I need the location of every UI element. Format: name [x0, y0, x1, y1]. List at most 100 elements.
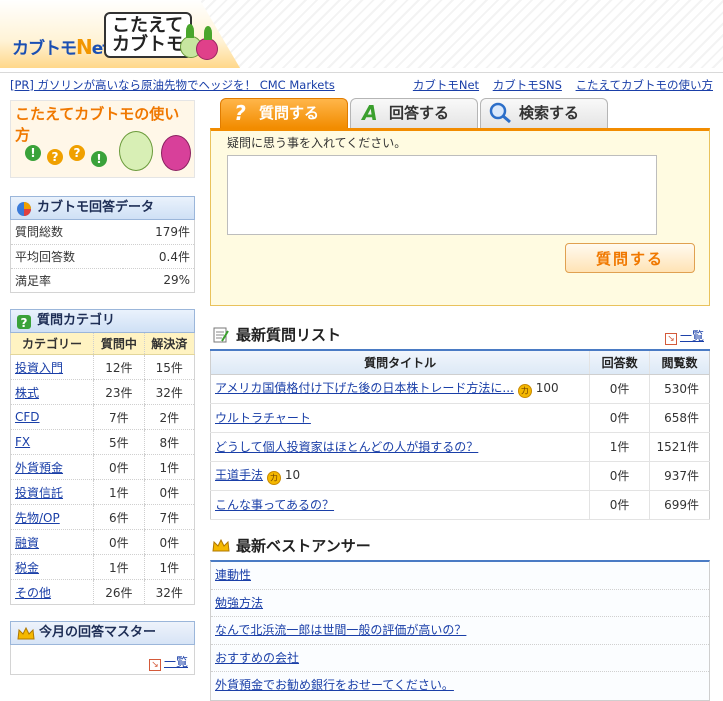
- question-link[interactable]: ウルトラチャート: [215, 411, 311, 425]
- coin-icon: カ: [517, 384, 532, 398]
- submit-question-button[interactable]: 質問する: [565, 243, 695, 273]
- best-answer-link[interactable]: おすすめの会社: [215, 651, 299, 665]
- category-link[interactable]: その他: [15, 586, 51, 600]
- category-open-count: 1件: [93, 479, 145, 505]
- category-link[interactable]: 投資信託: [15, 486, 63, 500]
- action-tabs: ? 質問する A 回答する 検索する: [220, 98, 710, 128]
- stats-value: 179件: [123, 220, 195, 245]
- category-link[interactable]: 先物/OP: [15, 511, 60, 525]
- category-solved-count: 15件: [143, 354, 195, 380]
- leaf-icon: [186, 24, 194, 38]
- question-category-icon: ?: [17, 314, 31, 330]
- stats-label: 満足率: [10, 268, 124, 293]
- category-row: 融資 0件 0件: [10, 529, 195, 555]
- header-stripe: [160, 0, 723, 68]
- how-to-use-banner[interactable]: こたえてカブトモの使い方 ! ? ? !: [10, 100, 195, 178]
- kotaete-kabutomo-logo[interactable]: こたえて カブトモ: [104, 12, 192, 58]
- question-link[interactable]: 王道手法: [215, 468, 263, 482]
- category-open-count: 0件: [93, 454, 145, 480]
- top-links-bar: [PR] ガソリンが高いなら原油先物でヘッジを！ CMC Markets カブト…: [0, 72, 723, 94]
- category-solved-count: 8件: [143, 429, 195, 455]
- category-solved-count: 7件: [143, 504, 195, 530]
- category-link[interactable]: FX: [15, 435, 30, 449]
- question-link[interactable]: アメリカ国債格付け下げた後の日本株トレード方法に...: [215, 381, 514, 395]
- best-answer-link[interactable]: なんで北浜流一郎は世間一般の評価が高いの？: [215, 623, 466, 637]
- category-link[interactable]: 投資入門: [15, 361, 63, 375]
- question-row: どうして個人投資家はほとんどの人が損するの？ 1件 1521件: [210, 432, 710, 462]
- left-sidebar: こたえてカブトモの使い方 ! ? ? ! カブトモ回答データ 質問総数 179件 …: [10, 100, 195, 675]
- kabutomo-net-logo[interactable]: カブトモNet: [12, 34, 110, 59]
- category-row: FX 5件 8件: [10, 429, 195, 455]
- category-open-count: 12件: [93, 354, 145, 380]
- category-solved-count: 2件: [143, 404, 195, 430]
- latest-more-link[interactable]: ↘ 一覧: [664, 325, 704, 347]
- category-open-count: 0件: [93, 529, 145, 555]
- crown-icon: [17, 626, 35, 640]
- latest-heading-label: 最新質問リスト: [236, 326, 342, 344]
- pr-ad-link[interactable]: [PR] ガソリンが高いなら原油先物でヘッジを！ CMC Markets: [10, 77, 335, 93]
- stats-heading-label: カブトモ回答データ: [37, 200, 155, 215]
- category-link[interactable]: CFD: [15, 410, 40, 424]
- stats-row: 質問総数 179件: [10, 220, 195, 245]
- category-open-count: 23件: [93, 379, 145, 405]
- question-row: 王道手法カ 10 0件 937件: [210, 461, 710, 491]
- column-header: 質問タイトル: [210, 349, 590, 375]
- category-open-count: 1件: [93, 554, 145, 580]
- radish-character-icon: [161, 135, 191, 171]
- leaf-icon: [204, 26, 212, 40]
- answer-count: 0件: [589, 374, 650, 404]
- master-more-link[interactable]: ↘ 一覧: [148, 653, 188, 671]
- questions-header-row: 質問タイトル 回答数 閲覧数: [210, 349, 710, 375]
- memo-icon: [213, 327, 229, 343]
- turnip-character-icon: [119, 131, 153, 171]
- magnifier-icon: [489, 102, 511, 124]
- answer-count: 0件: [589, 461, 650, 491]
- category-solved-count: 0件: [143, 479, 195, 505]
- best-answer-link[interactable]: 勉強方法: [215, 596, 263, 610]
- nav-link-how-to-use[interactable]: こたえてカブトモの使い方: [576, 78, 713, 92]
- category-table: カテゴリー 質問中 解決済 投資入門 12件 15件 株式 23件 32件 CFD 7件 2…: [10, 332, 195, 605]
- category-solved-count: 0件: [143, 529, 195, 555]
- list-item: なんで北浜流一郎は世間一般の評価が高いの？: [211, 617, 709, 645]
- tab-answer[interactable]: A 回答する: [350, 98, 478, 128]
- answer-count: 0件: [589, 490, 650, 520]
- best-answer-link[interactable]: 連動性: [215, 568, 251, 582]
- category-row: 投資入門 12件 15件: [10, 354, 195, 380]
- tab-ask-label: 質問する: [259, 104, 320, 122]
- nav-link-kabutomo-sns[interactable]: カブトモSNS: [493, 78, 562, 92]
- column-header: 回答数: [589, 349, 650, 375]
- master-more-label: 一覧: [163, 655, 188, 669]
- nav-link-kabutomo-net[interactable]: カブトモNet: [413, 78, 479, 92]
- column-header: 質問中: [93, 332, 145, 355]
- logo-sub-line2: カブトモ: [112, 34, 184, 55]
- site-header: カブトモNet こたえて カブトモ: [0, 0, 723, 70]
- best-heading-label: 最新ベストアンサー: [236, 537, 371, 555]
- best-answer-link[interactable]: 外貨預金でお勧め銀行をおせーてください。: [215, 678, 454, 692]
- best-answers-list: 連動性 勉強方法 なんで北浜流一郎は世間一般の評価が高いの？ おすすめの会社 外…: [210, 560, 710, 701]
- latest-questions-heading: 最新質問リスト ↘ 一覧: [210, 324, 710, 346]
- question-link[interactable]: こんな事ってあるの？: [215, 498, 334, 512]
- logo-main-prefix: カブトモ: [12, 39, 77, 59]
- tab-answer-label: 回答する: [389, 104, 450, 122]
- answer-count: 0件: [589, 403, 650, 433]
- stats-value: 0.4件: [123, 244, 195, 269]
- category-open-count: 26件: [93, 579, 145, 605]
- category-link[interactable]: 融資: [15, 536, 39, 550]
- tab-ask[interactable]: ? 質問する: [220, 98, 348, 128]
- tab-search[interactable]: 検索する: [480, 98, 608, 128]
- question-bubble-icon: ?: [69, 145, 85, 161]
- category-link[interactable]: 株式: [15, 386, 39, 400]
- category-link[interactable]: 税金: [15, 561, 39, 575]
- view-count: 530件: [649, 374, 710, 404]
- arrow-icon: ↘: [148, 659, 161, 671]
- question-textarea[interactable]: [227, 155, 657, 235]
- logo-sub-line1: こたえて: [112, 15, 184, 36]
- best-answers-heading: 最新ベストアンサー: [210, 535, 710, 557]
- category-open-count: 7件: [93, 404, 145, 430]
- category-link[interactable]: 外貨預金: [15, 461, 63, 475]
- column-header: 閲覧数: [649, 349, 710, 375]
- category-row: その他 26件 32件: [10, 579, 195, 605]
- latest-more-label: 一覧: [679, 329, 704, 343]
- category-row: 外貨預金 0件 1件: [10, 454, 195, 480]
- question-link[interactable]: どうして個人投資家はほとんどの人が損するの？: [215, 440, 478, 454]
